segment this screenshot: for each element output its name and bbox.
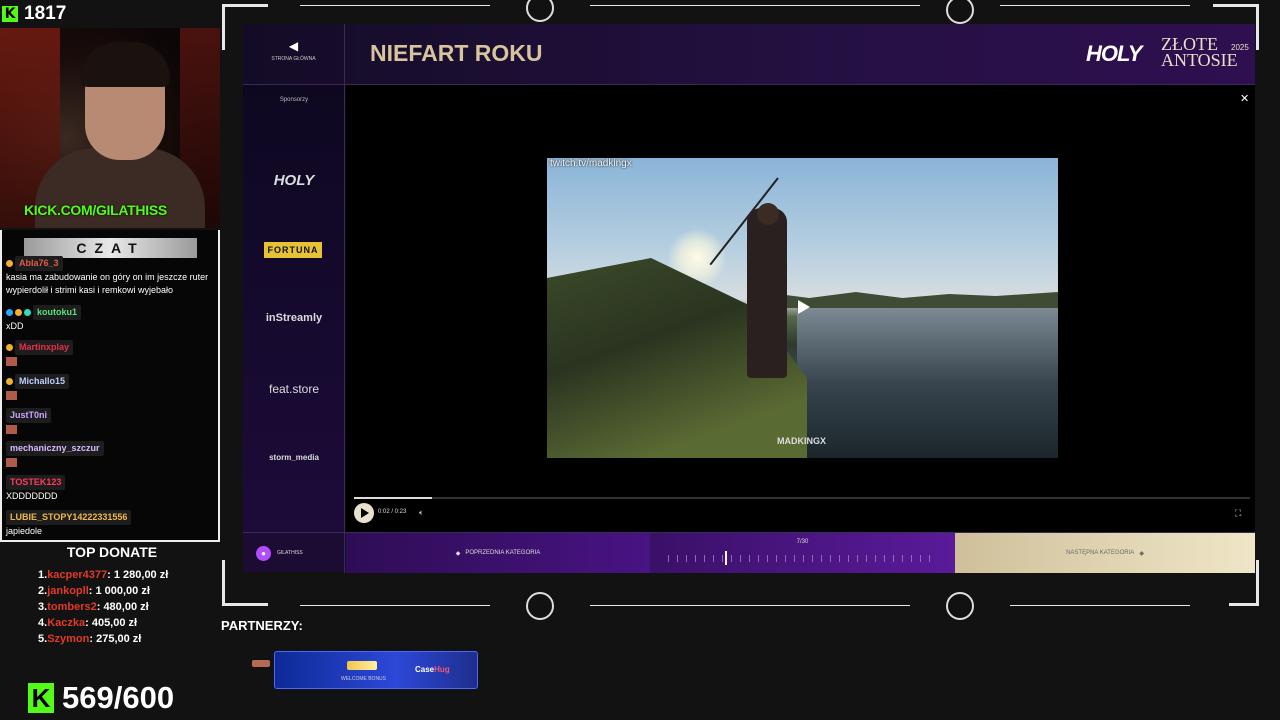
sponsors-sidebar: Sponsorzy HOLY FORTUNA inStreamly feat.s… <box>243 85 345 532</box>
video-source-label: twitch.tv/madkingx <box>550 158 632 169</box>
kick-logo-icon: K <box>2 6 18 22</box>
video-watermark: MADKINGX <box>777 436 826 446</box>
video-progress-track[interactable] <box>354 497 1250 499</box>
chat-username: Abla76_3 <box>15 256 63 271</box>
app-header: ◀ STRONA GŁÓWNA NIEFART ROKU HOLY ZŁOTE A… <box>243 24 1255 85</box>
sponsor-instreamly[interactable]: inStreamly <box>243 312 345 324</box>
category-current-marker <box>725 551 727 565</box>
chat-message: Abla76_3 kasia ma zabudowanie on góry on… <box>6 256 216 297</box>
category-ticks <box>668 555 938 562</box>
next-label: NASTĘPNA KATEGORIA <box>1066 550 1135 556</box>
top-donate-title: TOP DONATE <box>66 544 158 560</box>
previous-category-button[interactable]: ◆ POPRZEDNIA KATEGORIA <box>346 533 650 573</box>
donate-entry: 1.kacper4377: 1 280,00 zł <box>38 569 169 581</box>
video-progress-fill <box>354 497 432 499</box>
donate-entry: 3.tombers2: 480,00 zł <box>38 601 149 613</box>
emote-icon <box>6 357 17 367</box>
fullscreen-icon[interactable]: ⛶ <box>1235 508 1241 519</box>
chat-message: JustT0ni <box>6 408 216 436</box>
user-profile[interactable]: ● GILATHISS <box>243 533 345 573</box>
chat-message: Michallo15 <box>6 374 216 402</box>
prev-label: POPRZEDNIA KATEGORIA <box>465 550 541 556</box>
volume-icon[interactable]: 🔈︎ <box>419 508 424 518</box>
partners-label: PARTNERZY: <box>221 618 303 633</box>
arrow-right-icon: ◆ <box>1139 550 1144 557</box>
viewer-count-value: 1817 <box>24 3 67 24</box>
promo-small-text: WELCOME BONUS <box>341 676 387 682</box>
sub-goal-value: 569/600 <box>62 680 175 715</box>
chat-username: mechaniczny_szczur <box>6 441 104 456</box>
sponsors-label: Sponsorzy <box>279 97 309 103</box>
chat-username: JustT0ni <box>6 408 52 423</box>
chat-text: xDD <box>6 321 24 331</box>
viewer-count: K 1817 <box>0 0 220 28</box>
emote-icon <box>6 425 17 435</box>
chat-message: Martinxplay <box>6 340 216 368</box>
chat-username: LUBIE_STOPY14222331556 <box>6 510 132 525</box>
arrow-left-icon: ◀ <box>288 39 299 53</box>
close-icon[interactable]: ✕ <box>1240 92 1249 105</box>
username: GILATHISS <box>277 550 303 556</box>
emote-icon <box>6 458 17 468</box>
user-icon: ● <box>256 545 271 561</box>
sponsor-fortuna[interactable]: FORTUNA <box>264 242 322 258</box>
awards-year: 2025 <box>1231 43 1249 52</box>
donate-entry: 2.jankopll: 1 000,00 zł <box>38 585 150 597</box>
home-button[interactable]: ◀ STRONA GŁÓWNA <box>243 24 345 85</box>
webcam-feed <box>0 28 220 228</box>
play-icon <box>361 508 369 518</box>
chat-username: TOSTEK123 <box>6 475 66 490</box>
navigation-bar: ● GILATHISS ◆ POPRZEDNIA KATEGORIA 7/30 … <box>243 532 1255 573</box>
chat-text: kasia ma zabudowanie on góry on im jeszc… <box>6 272 209 295</box>
next-category-button[interactable]: NASTĘPNA KATEGORIA ◆ <box>955 533 1255 573</box>
chat-text: XDDDDDDD <box>6 491 58 501</box>
video-frame[interactable]: twitch.tv/madkingx MADKINGX <box>547 158 1058 458</box>
sponsor-holy[interactable]: HOLY <box>243 172 345 189</box>
chat-message: LUBIE_STOPY14222331556 japiedole <box>6 510 216 538</box>
sponsor-stormmedia[interactable]: storm_media <box>243 453 345 462</box>
holy-logo: HOLY <box>1086 41 1142 66</box>
donate-entry: 5.Szymon: 275,00 zł <box>38 633 142 645</box>
kick-logo-icon: K <box>28 683 54 713</box>
chat-title: CZAT <box>24 238 197 258</box>
chat-text: japiedole <box>6 526 43 536</box>
chat-username: Martinxplay <box>15 340 74 355</box>
logo-icon <box>946 592 974 620</box>
home-label: STRONA GŁÓWNA <box>271 56 316 62</box>
video-time: 0:02 / 0:23 <box>378 509 407 515</box>
awards-app: ◀ STRONA GŁÓWNA NIEFART ROKU HOLY ZŁOTE A… <box>243 24 1255 573</box>
chat-message: koutoku1 xDD <box>6 305 216 333</box>
sponsor-featstore[interactable]: feat.store <box>243 382 345 396</box>
chat-message: TOSTEK123 XDDDDDDD <box>6 475 216 503</box>
sub-goal: K 569/600 <box>28 680 174 716</box>
promo-brand: CaseHug <box>415 665 450 674</box>
logo-icon <box>526 0 554 22</box>
chat-message: mechaniczny_szczur <box>6 441 216 469</box>
emote-icon <box>6 391 17 401</box>
kick-url-overlay: KICK.COM/GILATHISS <box>24 202 167 218</box>
logo-icon <box>946 0 974 24</box>
play-icon[interactable] <box>794 298 812 316</box>
logo-icon <box>526 592 554 620</box>
category-counter: 7/30 <box>796 539 809 545</box>
category-title: NIEFART ROKU <box>370 40 543 66</box>
awards-logo: ZŁOTE ANTOSIE <box>1161 34 1238 70</box>
partner-banner: WELCOME BONUS CaseHug <box>274 651 478 689</box>
donate-entry: 4.Kaczka: 405,00 zł <box>38 617 138 629</box>
chat-username: koutoku1 <box>33 305 82 320</box>
category-progress: 7/30 <box>650 533 955 573</box>
arrow-left-icon: ◆ <box>455 550 461 557</box>
chat-username: Michallo15 <box>15 374 70 389</box>
gun-icon <box>252 660 270 667</box>
